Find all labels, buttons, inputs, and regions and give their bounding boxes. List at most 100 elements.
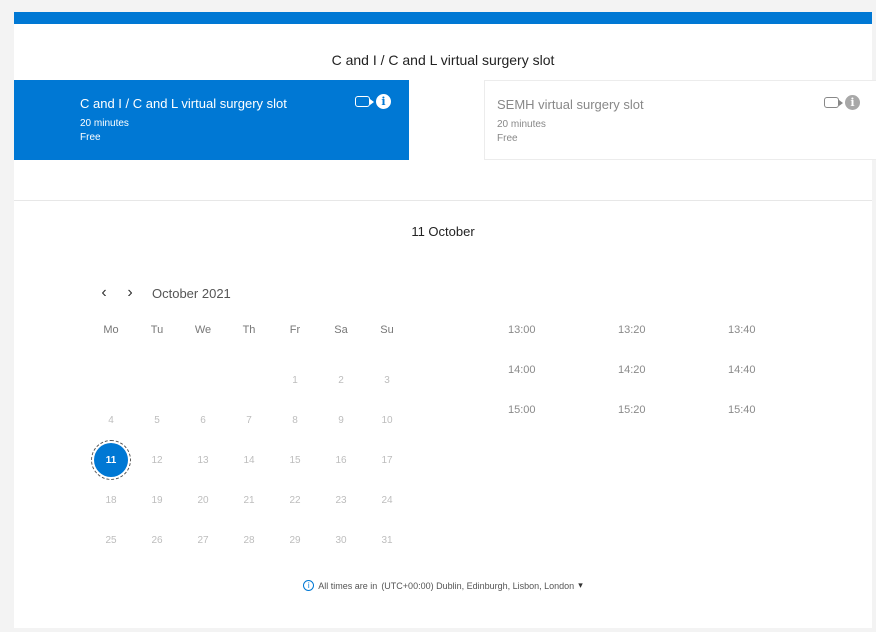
calendar-day[interactable]: 26	[134, 520, 180, 560]
service-duration: 20 minutes	[497, 119, 546, 130]
calendar-day-number: 10	[381, 414, 393, 426]
calendar-day-number: 23	[335, 494, 347, 506]
service-title: C and I / C and L virtual surgery slot	[331, 52, 555, 68]
calendar-day[interactable]: 28	[226, 520, 272, 560]
calendar-day[interactable]: 6	[180, 400, 226, 440]
time-slot[interactable]: 14:40	[728, 364, 838, 404]
video-icon	[355, 96, 374, 107]
next-month-button[interactable]: ›	[124, 284, 136, 302]
calendar-day-number: 28	[243, 534, 255, 546]
calendar-day[interactable]: 3	[364, 360, 410, 400]
calendar-day[interactable]: 14	[226, 440, 272, 480]
calendar-day[interactable]: 24	[364, 480, 410, 520]
calendar-day[interactable]: 27	[180, 520, 226, 560]
calendar-day-number: 27	[197, 534, 209, 546]
calendar-day[interactable]: 7	[226, 400, 272, 440]
calendar-day[interactable]: 1	[272, 360, 318, 400]
calendar-day-number: 6	[200, 414, 206, 426]
chevron-down-icon: ▾	[578, 580, 583, 590]
calendar-day[interactable]: 17	[364, 440, 410, 480]
calendar-day[interactable]: 20	[180, 480, 226, 520]
time-slot[interactable]: 13:00	[508, 324, 618, 364]
calendar-day[interactable]: 5	[134, 400, 180, 440]
weekday-label: We	[194, 324, 212, 336]
calendar-day[interactable]: 9	[318, 400, 364, 440]
calendar-day[interactable]: 12	[134, 440, 180, 480]
calendar-nav: ‹ › October 2021	[98, 284, 231, 302]
service-name: SEMH virtual surgery slot	[497, 97, 644, 112]
info-icon: i	[303, 580, 315, 591]
calendar-day[interactable]: 29	[272, 520, 318, 560]
calendar-day-number: 29	[289, 534, 301, 546]
service-card-selected[interactable]: C and I / C and L virtual surgery slot 2…	[14, 80, 409, 160]
time-slot[interactable]: 14:00	[508, 364, 618, 404]
calendar-day[interactable]: 18	[88, 480, 134, 520]
info-icon[interactable]: i	[845, 95, 860, 110]
info-icon[interactable]: i	[376, 94, 391, 109]
timezone-value: (UTC+00:00) Dublin, Edinburgh, Lisbon, L…	[381, 580, 575, 591]
calendar-day[interactable]: 16	[318, 440, 364, 480]
service-duration: 20 minutes	[80, 118, 129, 129]
calendar-day[interactable]: 4	[88, 400, 134, 440]
calendar-day-number: 12	[151, 454, 163, 466]
weekday-label: Tu	[150, 324, 164, 336]
calendar-day[interactable]: 19	[134, 480, 180, 520]
calendar-day-number: 19	[151, 494, 163, 506]
time-slot[interactable]: 15:40	[728, 404, 838, 444]
time-slot[interactable]: 13:40	[728, 324, 838, 364]
service-price: Free	[497, 133, 518, 144]
weekday-label: Th	[242, 324, 256, 336]
calendar-day-number: 20	[197, 494, 209, 506]
calendar-day[interactable]: 30	[318, 520, 364, 560]
calendar-day-number: 13	[197, 454, 209, 466]
selected-date-heading: 11 October	[411, 224, 475, 239]
calendar-day[interactable]: 8	[272, 400, 318, 440]
calendar-day-number: 9	[338, 414, 344, 426]
calendar-day[interactable]: 31	[364, 520, 410, 560]
calendar-blank	[180, 360, 226, 400]
calendar-day-number: 5	[154, 414, 160, 426]
calendar-day-number: 15	[289, 454, 301, 466]
calendar-day-number: 18	[105, 494, 117, 506]
time-slot[interactable]: 15:20	[618, 404, 728, 444]
calendar-day[interactable]: 25	[88, 520, 134, 560]
time-slot[interactable]: 14:20	[618, 364, 728, 404]
calendar-day[interactable]: 23	[318, 480, 364, 520]
time-slot[interactable]: 13:20	[618, 324, 728, 364]
calendar-day-number: 31	[381, 534, 393, 546]
calendar-grid: Mo Tu We Th Fr Sa Su 1 2 3 4 5 6 7 8 9 10 11 12 13 14 15 16 17 1…	[88, 320, 410, 560]
calendar-day-number: 1	[292, 374, 298, 386]
calendar-day[interactable]: 13	[180, 440, 226, 480]
calendar-day-number: 11	[91, 440, 131, 480]
calendar-day-number: 2	[338, 374, 344, 386]
timezone-prefix: All times are in	[318, 580, 378, 591]
top-accent-bar	[14, 12, 872, 24]
calendar-day[interactable]: 2	[318, 360, 364, 400]
calendar-day-number: 3	[384, 374, 390, 386]
calendar-day-number: 30	[335, 534, 347, 546]
calendar-day-selected[interactable]: 11	[88, 440, 134, 480]
weekday-label: Mo	[103, 324, 119, 336]
calendar-day[interactable]: 21	[226, 480, 272, 520]
section-divider	[14, 200, 872, 201]
calendar-day-number: 7	[246, 414, 252, 426]
time-slot-grid: 13:00 13:20 13:40 14:00 14:20 14:40 15:00 15:20…	[508, 324, 838, 444]
calendar-day[interactable]: 22	[272, 480, 318, 520]
timezone-selector[interactable]: i All times are in (UTC+00:00) Dublin, E…	[14, 580, 872, 591]
calendar-blank	[88, 360, 134, 400]
calendar-day-number: 8	[292, 414, 298, 426]
prev-month-button[interactable]: ‹	[98, 284, 110, 302]
calendar-day-number: 16	[335, 454, 347, 466]
time-slot[interactable]: 15:00	[508, 404, 618, 444]
calendar-day-number: 17	[381, 454, 393, 466]
service-card[interactable]: SEMH virtual surgery slot 20 minutes Fre…	[484, 80, 876, 160]
calendar-day-number: 21	[243, 494, 255, 506]
calendar-day[interactable]: 10	[364, 400, 410, 440]
calendar-day[interactable]: 15	[272, 440, 318, 480]
weekday-label: Fr	[289, 324, 301, 336]
month-label: October 2021	[152, 285, 231, 301]
calendar-blank	[226, 360, 272, 400]
calendar-day-number: 26	[151, 534, 163, 546]
weekday-label: Sa	[334, 324, 348, 336]
calendar-day-number: 14	[243, 454, 255, 466]
